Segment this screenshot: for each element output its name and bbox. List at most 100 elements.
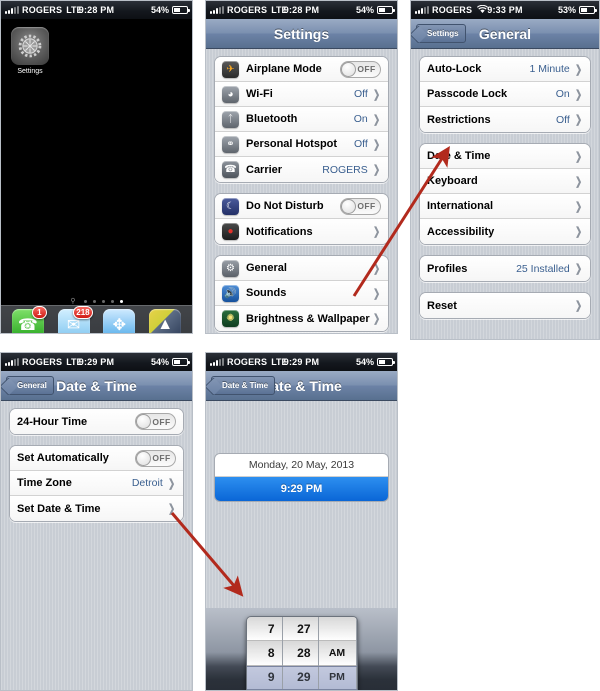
badge-count: 1 bbox=[31, 305, 47, 319]
row-label: 24-Hour Time bbox=[17, 415, 88, 428]
back-button[interactable]: General bbox=[6, 376, 54, 395]
general-row-date-time[interactable]: Date & Time ❯ bbox=[420, 144, 590, 169]
toggle-state: OFF bbox=[357, 201, 376, 211]
settings-row-carrier[interactable]: ☎ Carrier ROGERS ❯ bbox=[215, 157, 388, 182]
row-label: Passcode Lock bbox=[427, 88, 508, 100]
settings-row-bluetooth[interactable]: ᛏ Bluetooth On ❯ bbox=[215, 107, 388, 132]
carrier-icon: ☎ bbox=[222, 161, 239, 178]
chevron-right-icon: ❯ bbox=[574, 88, 582, 101]
row-label: Set Automatically bbox=[17, 452, 109, 464]
datetime-list: 24-Hour Time OFF Set Automatically OFF T… bbox=[1, 401, 192, 690]
home-app-settings[interactable]: Settings bbox=[11, 27, 49, 75]
page-dot[interactable] bbox=[110, 299, 114, 303]
24-hour-time-toggle[interactable]: OFF bbox=[135, 413, 176, 430]
row-label: Keyboard bbox=[427, 175, 478, 187]
dock-app-phone[interactable]: ☎ Phone 1 bbox=[9, 305, 47, 333]
datetime-status-bar: ROGERS LTE 9:29 PM 54% bbox=[1, 353, 192, 371]
general-nav-bar: Settings General bbox=[411, 19, 599, 49]
general-row-international[interactable]: International ❯ bbox=[420, 194, 590, 219]
picker-cell-meridiem[interactable] bbox=[318, 617, 356, 642]
page-dot[interactable] bbox=[101, 299, 105, 303]
setdatetime-status-bar: ROGERS LTE 9:29 PM 54% bbox=[206, 353, 397, 371]
settings-row-airplane-mode[interactable]: ✈ Airplane Mode OFF bbox=[215, 57, 388, 82]
row-value: Off bbox=[353, 138, 368, 150]
row-label: International bbox=[427, 200, 494, 212]
row-value: 25 Installed bbox=[516, 262, 570, 275]
back-button[interactable]: Date & Time bbox=[211, 376, 276, 395]
page-dot[interactable] bbox=[83, 299, 87, 303]
row-label: Set Date & Time bbox=[17, 502, 101, 515]
general-row-keyboard[interactable]: Keyboard ❯ bbox=[420, 169, 590, 194]
page-dot[interactable] bbox=[92, 299, 96, 303]
selected-date[interactable]: Monday, 20 May, 2013 bbox=[215, 454, 388, 477]
notifications-icon: ● bbox=[222, 223, 239, 240]
do-not-disturb-toggle[interactable]: OFF bbox=[340, 197, 381, 215]
picker-cell-hour-selected[interactable]: 9 bbox=[246, 665, 282, 690]
general-row-restrictions[interactable]: Restrictions Off ❯ bbox=[420, 107, 590, 132]
settings-row-wifi[interactable]: ◕ Wi-Fi Off ❯ bbox=[215, 82, 388, 107]
general-row-reset[interactable]: Reset ❯ bbox=[420, 293, 590, 318]
row-label: Notifications bbox=[246, 225, 313, 238]
general-row-auto-lock[interactable]: Auto-Lock 1 Minute ❯ bbox=[420, 57, 590, 82]
picker-column-hours[interactable]: 7 8 9 10 11 bbox=[246, 617, 283, 690]
row-label: General bbox=[246, 262, 287, 274]
general-row-passcode-lock[interactable]: Passcode Lock On ❯ bbox=[420, 82, 590, 107]
picker-cell-hour[interactable]: 8 bbox=[246, 641, 282, 666]
settings-row-do-not-disturb[interactable]: ☾ Do Not Disturb OFF bbox=[215, 194, 388, 219]
back-button-label: General bbox=[17, 381, 47, 390]
page-dot-active[interactable] bbox=[119, 299, 123, 303]
datetime-row-24-hour-time[interactable]: 24-Hour Time OFF bbox=[10, 409, 183, 434]
settings-row-notifications[interactable]: ● Notifications ❯ bbox=[215, 219, 388, 244]
row-label: Restrictions bbox=[427, 113, 491, 126]
settings-row-brightness-wallpaper[interactable]: ✺ Brightness & Wallpaper ❯ bbox=[215, 306, 388, 331]
setdatetime-body: Monday, 20 May, 2013 9:29 PM 7 8 9 10 11… bbox=[206, 401, 397, 690]
general-row-profiles[interactable]: Profiles 25 Installed ❯ bbox=[420, 256, 590, 281]
battery-icon bbox=[172, 358, 190, 366]
time-picker-wheel[interactable]: 7 8 9 10 11 27 28 29 30 31 bbox=[245, 616, 358, 690]
set-automatically-toggle[interactable]: OFF bbox=[135, 449, 176, 467]
picker-cell-minute[interactable]: 28 bbox=[282, 641, 318, 666]
panel-set-date-time: ROGERS LTE 9:29 PM 54% Date & Time Date … bbox=[205, 352, 398, 691]
picker-cell-hour[interactable]: 7 bbox=[246, 617, 282, 642]
panel-settings: ROGERS LTE 9:28 PM 54% Settings ✈ Airpla… bbox=[205, 0, 398, 334]
datetime-row-set-automatically[interactable]: Set Automatically OFF bbox=[10, 446, 183, 471]
settings-row-personal-hotspot[interactable]: ⚭ Personal Hotspot Off ❯ bbox=[215, 132, 388, 157]
chevron-right-icon: ❯ bbox=[372, 287, 380, 300]
row-label: Profiles bbox=[427, 262, 468, 275]
chevron-right-icon: ❯ bbox=[574, 175, 582, 188]
dock-app-mail[interactable]: ✉ Mail 218 bbox=[55, 305, 93, 333]
back-button-label: Settings bbox=[427, 29, 459, 38]
picker-cell-minute-selected[interactable]: 29 bbox=[282, 665, 318, 690]
home-wallpaper: Settings ⚲ ☎ Phone 1 ✉ Mail 21 bbox=[1, 19, 192, 333]
chevron-right-icon: ❯ bbox=[574, 63, 582, 76]
datetime-row-time-zone[interactable]: Time Zone Detroit ❯ bbox=[10, 471, 183, 496]
picker-column-meridiem[interactable]: AM PM bbox=[318, 617, 357, 690]
spotlight-search-icon[interactable]: ⚲ bbox=[70, 297, 75, 305]
chevron-right-icon: ❯ bbox=[574, 200, 582, 213]
dock-app-safari[interactable]: ✥ Safari bbox=[100, 308, 138, 333]
general-row-accessibility[interactable]: Accessibility ❯ bbox=[420, 219, 590, 244]
settings-group-connectivity: ✈ Airplane Mode OFF ◕ Wi-Fi Off ❯ ᛏ Blue… bbox=[214, 56, 389, 183]
settings-row-sounds[interactable]: 🔊 Sounds ❯ bbox=[215, 281, 388, 306]
settings-nav-bar: Settings bbox=[206, 19, 397, 49]
datetime-row-set-date-time[interactable]: Set Date & Time ❯ bbox=[10, 496, 183, 521]
settings-row-general[interactable]: ⚙ General ❯ bbox=[215, 256, 388, 281]
back-button[interactable]: Settings bbox=[416, 24, 466, 43]
bluetooth-icon: ᛏ bbox=[222, 110, 239, 128]
selected-time[interactable]: 9:29 PM bbox=[215, 477, 388, 501]
row-label: Brightness & Wallpaper bbox=[246, 312, 370, 325]
airplane-mode-toggle[interactable]: OFF bbox=[340, 60, 381, 78]
picker-column-minutes[interactable]: 27 28 29 30 31 bbox=[282, 617, 319, 690]
page-indicator-dots: ⚲ bbox=[1, 297, 192, 305]
row-label: Wi-Fi bbox=[246, 88, 273, 100]
picker-cell-meridiem-selected[interactable]: PM bbox=[318, 665, 356, 690]
chevron-right-icon: ❯ bbox=[372, 164, 380, 176]
general-group-profiles: Profiles 25 Installed ❯ bbox=[419, 255, 591, 282]
chevron-right-icon: ❯ bbox=[372, 226, 380, 238]
battery-percent: 54% bbox=[355, 5, 374, 15]
picker-cell-minute[interactable]: 27 bbox=[282, 617, 318, 642]
safari-icon: ✥ bbox=[103, 308, 136, 333]
picker-cell-meridiem[interactable]: AM bbox=[318, 641, 356, 666]
dock-app-launch[interactable]: ▲ Launch bbox=[146, 308, 184, 333]
toggle-state: OFF bbox=[357, 64, 376, 74]
